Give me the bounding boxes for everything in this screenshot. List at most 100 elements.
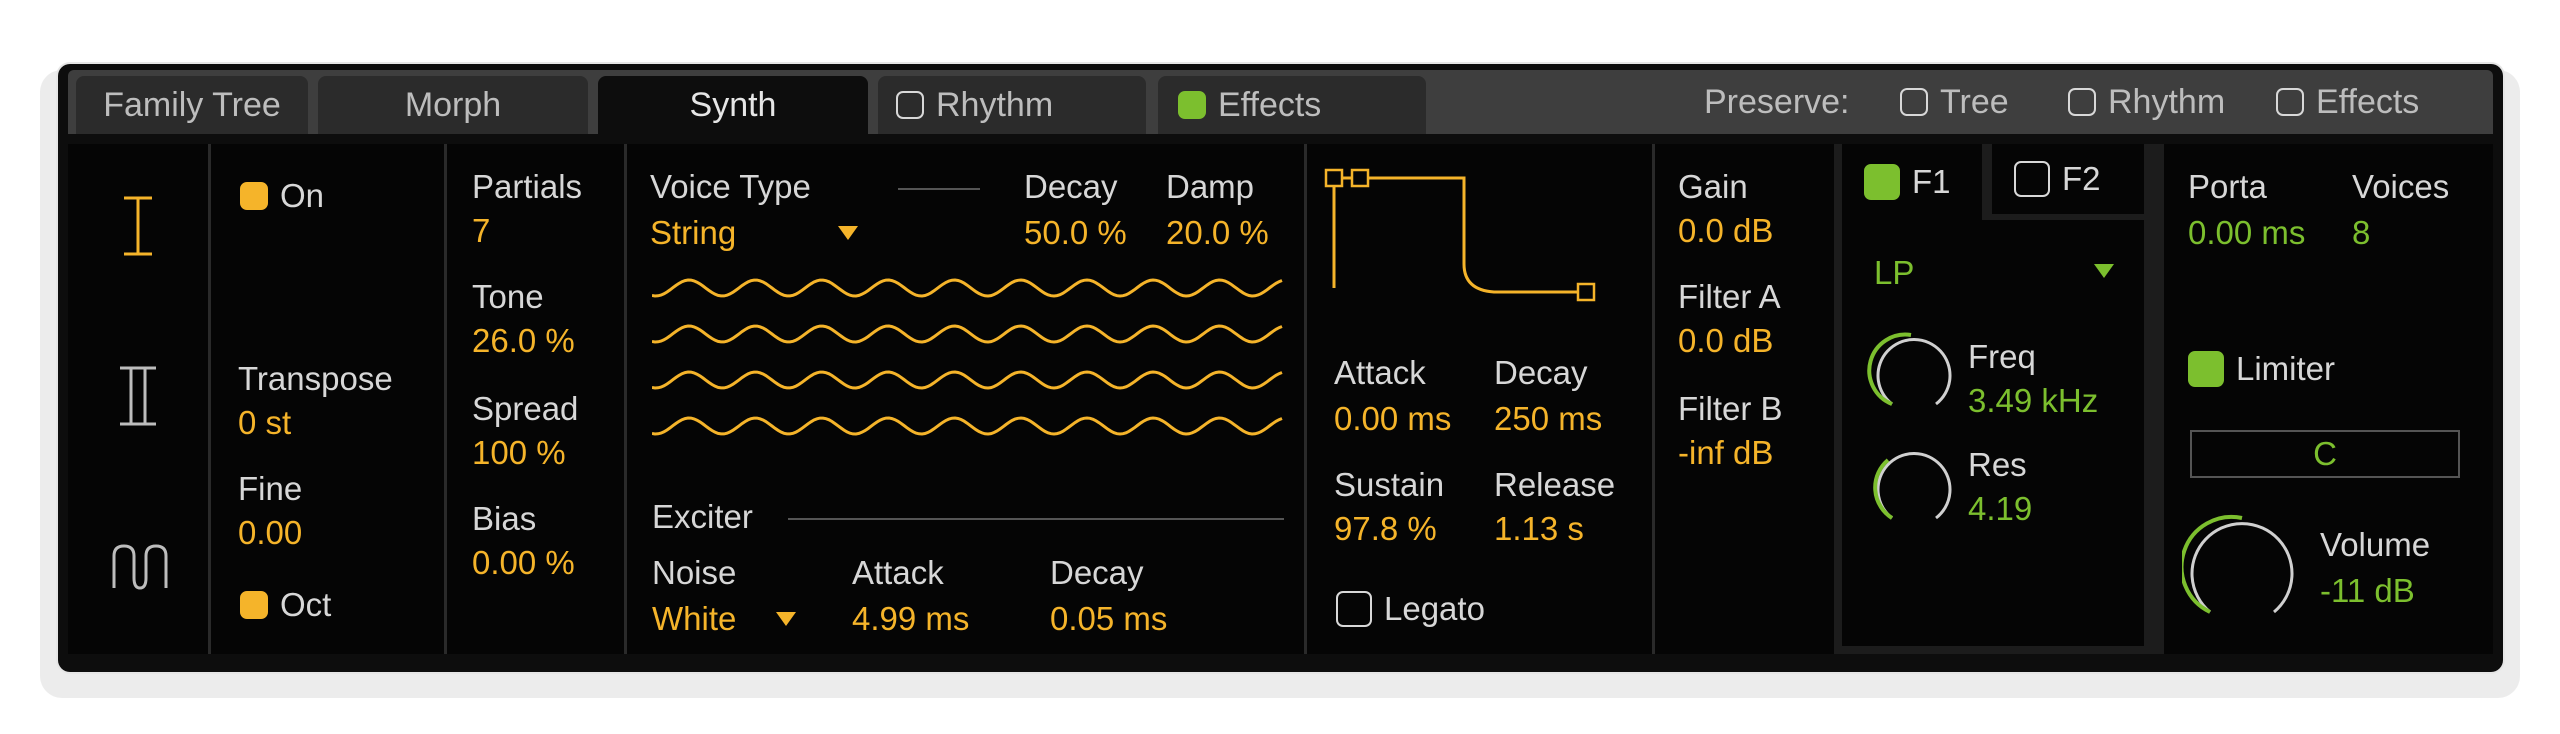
filter-a-value[interactable]: 0.0 dB — [1678, 322, 1773, 360]
env-attack-value[interactable]: 0.00 ms — [1334, 400, 1451, 438]
noise-dropdown-icon[interactable] — [776, 612, 796, 626]
exciter-decay-value[interactable]: 0.05 ms — [1050, 600, 1167, 638]
tab-label: Morph — [404, 85, 502, 124]
tab-morph[interactable]: Morph — [318, 76, 588, 134]
tab-label: Synth — [689, 85, 777, 124]
res-value[interactable]: 4.19 — [1968, 490, 2032, 528]
tab-f2[interactable]: F2 — [1992, 144, 2144, 214]
env-sustain-value[interactable]: 97.8 % — [1334, 510, 1437, 548]
rhythm-tab-checkbox[interactable] — [896, 91, 924, 119]
limiter-label: Limiter — [2236, 350, 2336, 387]
f2-checkbox[interactable] — [2014, 161, 2050, 197]
exciter-attack-value[interactable]: 4.99 ms — [852, 600, 969, 638]
tab-rhythm[interactable]: Rhythm — [878, 76, 1146, 134]
tone-label: Tone — [472, 278, 544, 315]
gain-label: Gain — [1678, 168, 1748, 205]
exciter-label: Exciter — [652, 498, 753, 535]
res-knob[interactable] — [1866, 440, 1956, 530]
damp-value[interactable]: 20.0 % — [1166, 214, 1269, 252]
key-selector[interactable]: C — [2190, 430, 2460, 478]
volume-value[interactable]: -11 dB — [2320, 572, 2415, 610]
preserve-tree[interactable]: Tree — [1900, 70, 2009, 134]
exciter-attack-label: Attack — [852, 554, 944, 591]
porta-label: Porta — [2188, 168, 2267, 205]
voice-decay-value[interactable]: 50.0 % — [1024, 214, 1127, 252]
osc-1-icon[interactable] — [118, 194, 158, 258]
porta-value[interactable]: 0.00 ms — [2188, 214, 2305, 252]
envelope-release-handle[interactable] — [1576, 282, 1596, 302]
env-attack-label: Attack — [1334, 354, 1426, 391]
divider — [1652, 144, 1655, 654]
tab-synth[interactable]: Synth — [598, 76, 868, 134]
tab-label: Effects — [1218, 85, 1322, 124]
envelope-display[interactable] — [1322, 164, 1642, 304]
freq-knob[interactable] — [1866, 326, 1956, 416]
key-value: C — [2313, 435, 2337, 472]
voice-decay-label: Decay — [1024, 168, 1118, 205]
env-release-value[interactable]: 1.13 s — [1494, 510, 1584, 548]
filter-b-label: Filter B — [1678, 390, 1783, 427]
osc-on-label: On — [280, 177, 325, 214]
spread-label: Spread — [472, 390, 579, 427]
partials-value[interactable]: 7 — [472, 212, 490, 250]
partials-label: Partials — [472, 168, 583, 205]
string-waveform-display — [652, 278, 1283, 436]
divider — [444, 144, 447, 654]
gain-value[interactable]: 0.0 dB — [1678, 212, 1773, 250]
bias-value[interactable]: 0.00 % — [472, 544, 575, 582]
voices-label: Voices — [2352, 168, 2450, 205]
noise-label: Noise — [652, 554, 737, 591]
preserve-rhythm-checkbox[interactable] — [2068, 88, 2096, 116]
preserve-rhythm[interactable]: Rhythm — [2068, 70, 2225, 134]
freq-label: Freq — [1968, 338, 2036, 375]
tab-effects[interactable]: Effects — [1158, 76, 1426, 134]
voice-type-value[interactable]: String — [650, 214, 736, 252]
voice-type-rule — [898, 188, 980, 190]
preserve-effects-checkbox[interactable] — [2276, 88, 2304, 116]
f1-checkbox[interactable] — [1864, 164, 1900, 200]
filter-b-value[interactable]: -inf dB — [1678, 434, 1773, 472]
tab-label: Family Tree — [103, 85, 281, 124]
limiter-checkbox[interactable] — [2188, 351, 2224, 387]
osc-on-toggle[interactable]: On — [240, 177, 324, 215]
voice-type-label: Voice Type — [650, 168, 811, 205]
osc-on-checkbox[interactable] — [240, 182, 268, 210]
legato-checkbox[interactable] — [1336, 591, 1372, 627]
divider — [2156, 144, 2164, 654]
envelope-attack-handle[interactable] — [1324, 168, 1344, 188]
tab-label: Rhythm — [936, 85, 1054, 124]
tab-bar: Family Tree Morph Synth Rhythm Effects P… — [68, 70, 2493, 134]
divider — [208, 144, 211, 654]
filter-a-label: Filter A — [1678, 278, 1781, 315]
osc-waveform-icon[interactable] — [110, 542, 170, 592]
fine-value[interactable]: 0.00 — [238, 514, 302, 552]
preserve-effects[interactable]: Effects — [2276, 70, 2419, 134]
voices-value[interactable]: 8 — [2352, 214, 2370, 252]
noise-value[interactable]: White — [652, 600, 736, 638]
divider — [1834, 144, 1842, 654]
legato-toggle[interactable]: Legato — [1336, 590, 1485, 628]
volume-knob[interactable] — [2182, 512, 2302, 622]
filter-type-dropdown-icon[interactable] — [2094, 264, 2114, 278]
tone-value[interactable]: 26.0 % — [472, 322, 575, 360]
osc-2-icon[interactable] — [116, 364, 160, 428]
fine-label: Fine — [238, 470, 303, 507]
transpose-value[interactable]: 0 st — [238, 404, 291, 442]
limiter-toggle[interactable]: Limiter — [2188, 350, 2335, 388]
spread-value[interactable]: 100 % — [472, 434, 566, 472]
env-decay-value[interactable]: 250 ms — [1494, 400, 1602, 438]
envelope-decay-handle[interactable] — [1350, 168, 1370, 188]
oct-toggle[interactable]: Oct — [240, 586, 331, 624]
oct-checkbox[interactable] — [240, 591, 268, 619]
divider — [1304, 144, 1307, 654]
filter-type-value[interactable]: LP — [1874, 254, 1914, 292]
f2-label: F2 — [2062, 160, 2101, 197]
preserve-tree-checkbox[interactable] — [1900, 88, 1928, 116]
device-window: Family Tree Morph Synth Rhythm Effects P… — [58, 64, 2503, 672]
tab-family-tree[interactable]: Family Tree — [76, 76, 308, 134]
oct-label: Oct — [280, 586, 332, 623]
freq-value[interactable]: 3.49 kHz — [1968, 382, 2098, 420]
voice-type-dropdown-icon[interactable] — [838, 226, 858, 240]
tab-f1[interactable]: F1 — [1842, 144, 1982, 220]
effects-tab-checkbox[interactable] — [1178, 91, 1206, 119]
